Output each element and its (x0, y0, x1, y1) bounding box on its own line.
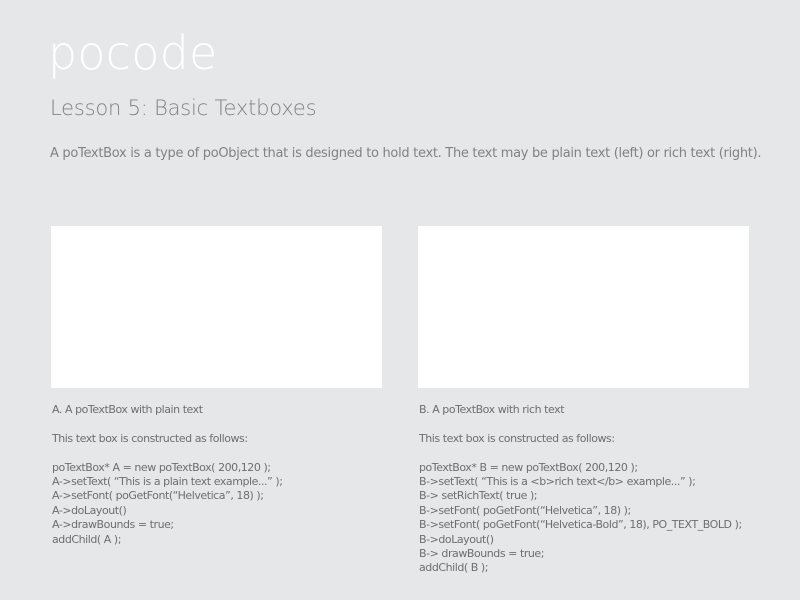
example-a-intro: This text box is constructed as follows: (52, 431, 248, 445)
brand-logo-text: pocode (48, 26, 218, 80)
code-line: poTextBox* A = new poTextBox( 200,120 ); (52, 460, 271, 474)
code-line: B-> setRichText( true ); (419, 489, 538, 503)
lesson-title: Lesson 5: Basic Textboxes (50, 96, 317, 120)
code-line: A->setText( “This is a plain text exampl… (52, 475, 283, 488)
example-b-caption: B. A poTextBox with rich text (419, 403, 565, 416)
example-b-column: B. A poTextBox with rich text This text … (419, 403, 779, 576)
code-line: addChild( B ); (419, 561, 488, 575)
example-b-code-block: poTextBox* B = new poTextBox( 200,120 );… (419, 461, 779, 576)
example-a-column: A. A poTextBox with plain text This text… (52, 403, 382, 547)
code-line: addChild( A ); (52, 532, 121, 546)
example-a-code-block: poTextBox* A = new poTextBox( 200,120 );… (52, 461, 382, 547)
code-line: A->drawBounds = true; (52, 518, 174, 532)
code-line: A->setFont( poGetFont(“Helvetica”, 18) )… (52, 489, 264, 503)
code-line: B->doLayout() (419, 532, 494, 546)
example-a-caption: A. A poTextBox with plain text (52, 403, 203, 416)
lesson-description: A poTextBox is a type of poObject that i… (50, 146, 762, 161)
code-line: poTextBox* B = new poTextBox( 200,120 ); (419, 460, 638, 474)
code-line: B-> drawBounds = true; (419, 547, 544, 561)
rich-textbox-panel (418, 226, 749, 388)
plain-textbox-panel (51, 226, 382, 388)
code-line: B->setFont( poGetFont(“Helvetica”, 18) )… (419, 503, 631, 517)
code-line: B->setText( “This is a <b>rich text</b> … (419, 475, 696, 488)
example-b-intro: This text box is constructed as follows: (419, 431, 615, 445)
code-line: A->doLayout() (52, 503, 127, 517)
code-line: B->setFont( poGetFont(“Helvetica-Bold”, … (419, 518, 742, 532)
